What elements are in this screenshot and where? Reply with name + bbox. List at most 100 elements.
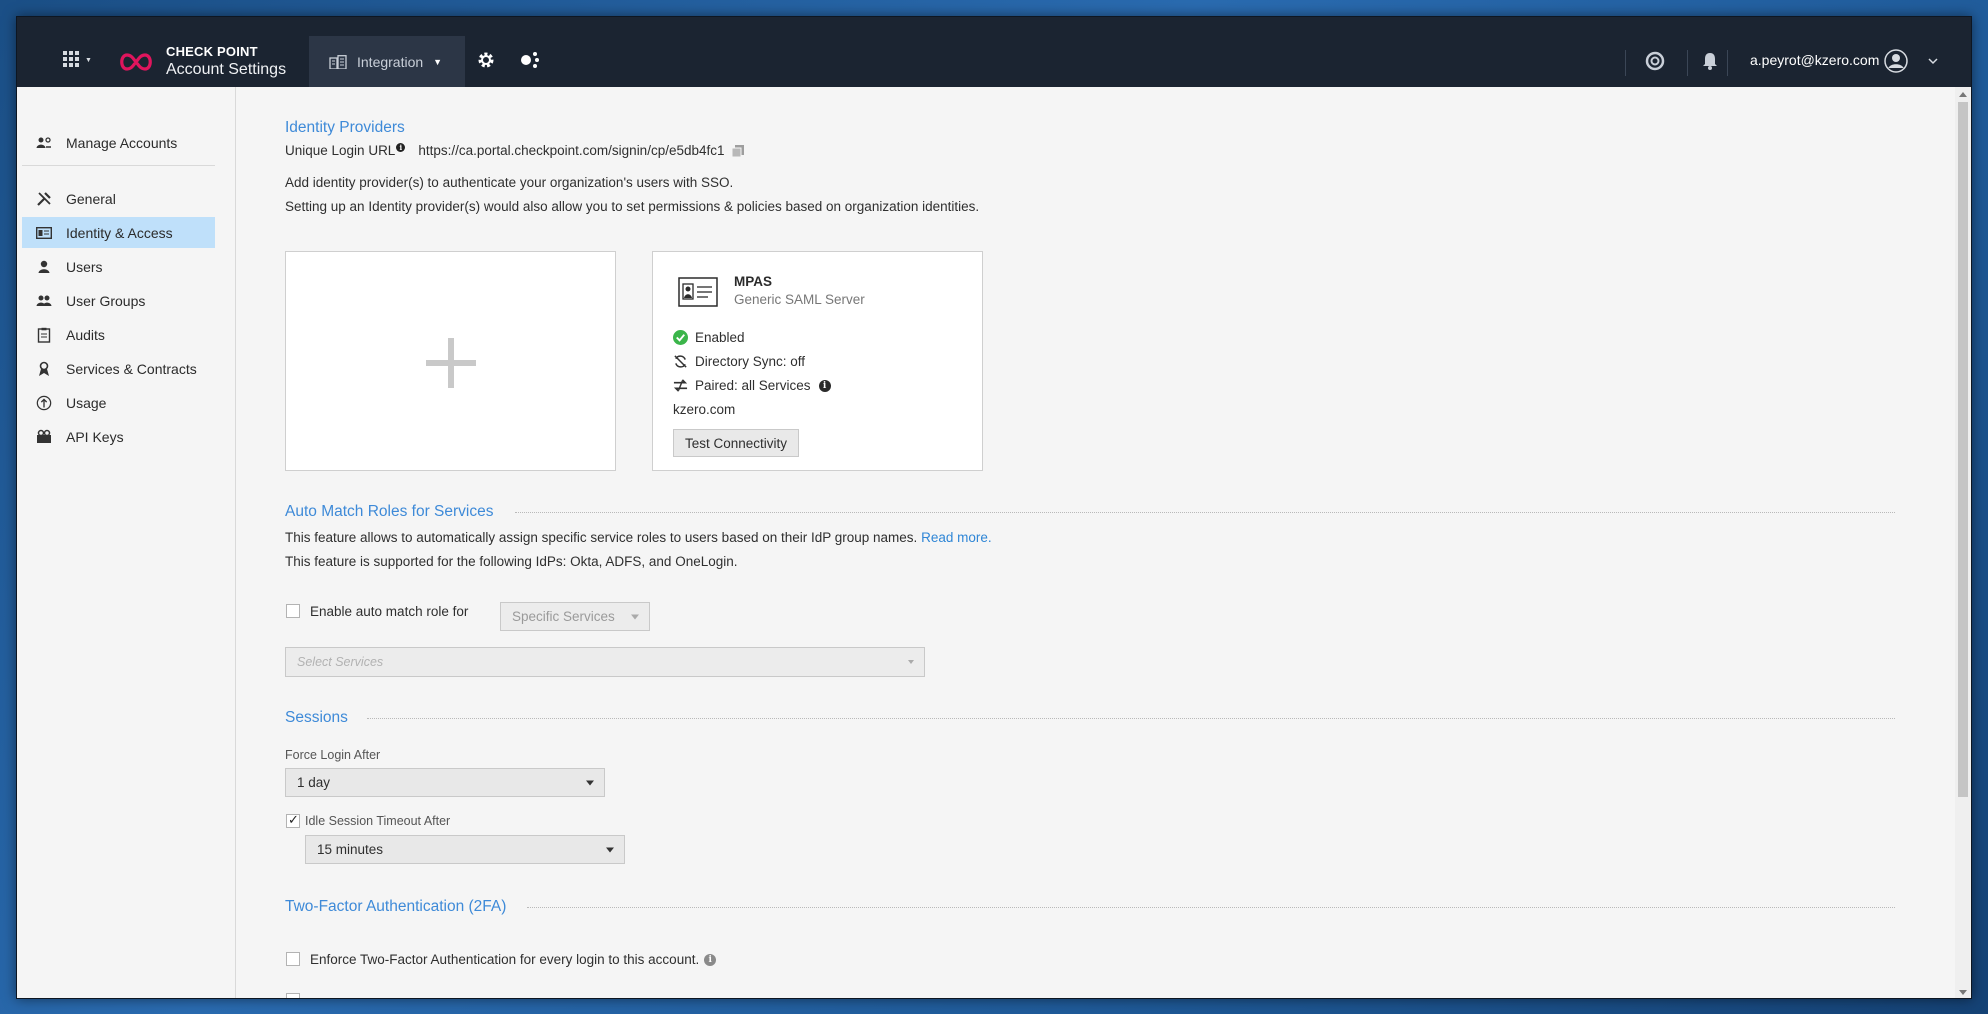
idle-timeout-select[interactable]: 15 minutes xyxy=(305,835,625,864)
force-login-value: 1 day xyxy=(297,775,331,790)
integration-label: Integration xyxy=(357,53,424,70)
scrollbar[interactable] xyxy=(1955,87,1971,998)
sidebar-item-label: Services & Contracts xyxy=(66,360,197,377)
provider-paired: Paired: all Services i xyxy=(673,378,831,393)
id-card-icon xyxy=(36,225,52,241)
checkpoint-logo xyxy=(120,53,152,71)
services-scope-select[interactable]: Specific Services xyxy=(500,602,650,631)
divider xyxy=(1687,50,1688,76)
gear-icon[interactable] xyxy=(476,50,496,70)
sidebar-item-general[interactable]: General xyxy=(22,183,215,214)
app-launcher-icon[interactable]: ▼ xyxy=(63,51,92,67)
sidebar-item-usage[interactable]: Usage xyxy=(22,387,215,418)
sidebar-item-services-contracts[interactable]: Services & Contracts xyxy=(22,353,215,384)
read-more-link[interactable]: Read more. xyxy=(921,530,992,545)
brand-title: CHECK POINT Account Settings xyxy=(166,44,286,80)
chevron-down-icon: ▼ xyxy=(433,56,443,67)
enforce-2fa-row: Enforce Two-Factor Authentication for ev… xyxy=(310,952,717,967)
sidebar-item-label: General xyxy=(66,190,116,207)
directory-sync-label: Directory Sync: off xyxy=(695,354,806,369)
id-card-icon xyxy=(678,277,718,307)
force-login-label: Force Login After xyxy=(285,748,381,762)
two-factor-title: Two-Factor Authentication (2FA) xyxy=(285,898,507,915)
info-icon[interactable]: i xyxy=(704,953,717,966)
services-scope-value: Specific Services xyxy=(512,609,615,624)
enforce-2fa-label: Enforce Two-Factor Authentication for ev… xyxy=(310,952,700,967)
sidebar-item-identity-access[interactable]: Identity & Access xyxy=(22,217,215,248)
chevron-down-icon[interactable] xyxy=(1927,55,1939,67)
login-url[interactable]: https://ca.portal.checkpoint.com/signin/… xyxy=(418,143,724,158)
scroll-up-icon[interactable] xyxy=(1959,92,1967,97)
sidebar-item-label: Usage xyxy=(66,394,107,411)
auto-match-checkbox[interactable] xyxy=(286,604,300,618)
force-login-select[interactable]: 1 day xyxy=(285,768,605,797)
info-icon[interactable]: i xyxy=(818,379,831,392)
main-content: Identity Providers Unique Login URL i ht… xyxy=(237,87,1952,998)
auto-match-description-2: This feature is supported for the follow… xyxy=(285,554,738,569)
sidebar-item-user-groups[interactable]: User Groups xyxy=(22,285,215,316)
provider-status: Enabled xyxy=(673,330,745,345)
bell-icon[interactable] xyxy=(1701,51,1719,71)
integration-menu[interactable]: Integration ▼ xyxy=(309,36,465,87)
gauge-icon xyxy=(36,395,52,411)
chevron-down-icon xyxy=(908,660,914,664)
tools-icon xyxy=(36,191,52,207)
check-circle-icon xyxy=(673,330,688,345)
buildings-icon xyxy=(329,54,347,69)
sharing-icon[interactable] xyxy=(519,50,541,70)
scroll-down-icon[interactable] xyxy=(1959,990,1967,995)
enforce-2fa-checkbox[interactable] xyxy=(286,952,300,966)
sync-off-icon xyxy=(674,355,687,368)
user-groups-icon xyxy=(36,293,52,309)
sidebar-item-label: Manage Accounts xyxy=(66,134,178,151)
keys-icon xyxy=(36,429,52,445)
sidebar-divider xyxy=(22,165,215,166)
sidebar-item-label: API Keys xyxy=(66,428,124,445)
login-url-row: Unique Login URL i https://ca.portal.che… xyxy=(285,143,745,158)
info-icon[interactable]: i xyxy=(396,143,406,152)
sidebar: Manage Accounts General Identity & Acces… xyxy=(17,87,236,998)
status-label: Enabled xyxy=(695,330,745,345)
section-divider xyxy=(515,512,1895,513)
manage-accounts-icon xyxy=(36,135,52,151)
sidebar-item-manage-accounts[interactable]: Manage Accounts xyxy=(22,127,215,158)
sidebar-item-users[interactable]: Users xyxy=(22,251,215,282)
provider-directory-sync: Directory Sync: off xyxy=(673,354,805,369)
add-identity-provider-card[interactable] xyxy=(285,251,616,471)
browser-window: ▼ CHECK POINT Account Settings Integrati… xyxy=(16,16,1972,999)
sidebar-item-api-keys[interactable]: API Keys xyxy=(22,421,215,452)
provider-name: MPAS xyxy=(734,274,773,289)
plus-icon xyxy=(426,338,476,388)
divider xyxy=(1625,50,1626,76)
brand-name: CHECK POINT xyxy=(166,44,258,59)
divider xyxy=(1727,50,1728,76)
identity-description-1: Add identity provider(s) to authenticate… xyxy=(285,175,734,190)
identity-providers-title: Identity Providers xyxy=(285,119,405,136)
sidebar-item-label: User Groups xyxy=(66,292,146,309)
chevron-down-icon xyxy=(631,614,639,619)
auto-match-enable-label: Enable auto match role for xyxy=(310,604,469,619)
auto-match-title: Auto Match Roles for Services xyxy=(285,503,494,520)
auto-match-desc-text: This feature allows to automatically ass… xyxy=(285,530,918,545)
select-services-dropdown[interactable]: Select Services xyxy=(285,647,925,677)
section-divider xyxy=(367,718,1895,719)
user-email[interactable]: a.peyrot@kzero.com xyxy=(1750,52,1879,68)
provider-domain: kzero.com xyxy=(673,402,736,417)
second-2fa-checkbox[interactable] xyxy=(286,993,300,998)
user-icon xyxy=(36,259,52,275)
sidebar-item-label: Identity & Access xyxy=(66,224,173,241)
avatar-icon[interactable] xyxy=(1884,49,1908,73)
test-connectivity-button[interactable]: Test Connectivity xyxy=(673,429,799,457)
sessions-title: Sessions xyxy=(285,709,348,726)
swap-arrows-icon xyxy=(673,379,688,392)
paired-label: Paired: all Services xyxy=(695,378,811,393)
chevron-down-icon xyxy=(586,780,594,785)
help-lifebuoy-icon[interactable] xyxy=(1645,51,1665,71)
sidebar-item-label: Audits xyxy=(66,326,105,343)
sidebar-item-audits[interactable]: Audits xyxy=(22,319,215,350)
chevron-down-icon xyxy=(606,847,614,852)
scrollbar-thumb[interactable] xyxy=(1958,102,1968,797)
login-url-label: Unique Login URL xyxy=(285,143,396,158)
idle-timeout-checkbox[interactable] xyxy=(286,812,300,828)
copy-icon[interactable] xyxy=(731,144,745,158)
